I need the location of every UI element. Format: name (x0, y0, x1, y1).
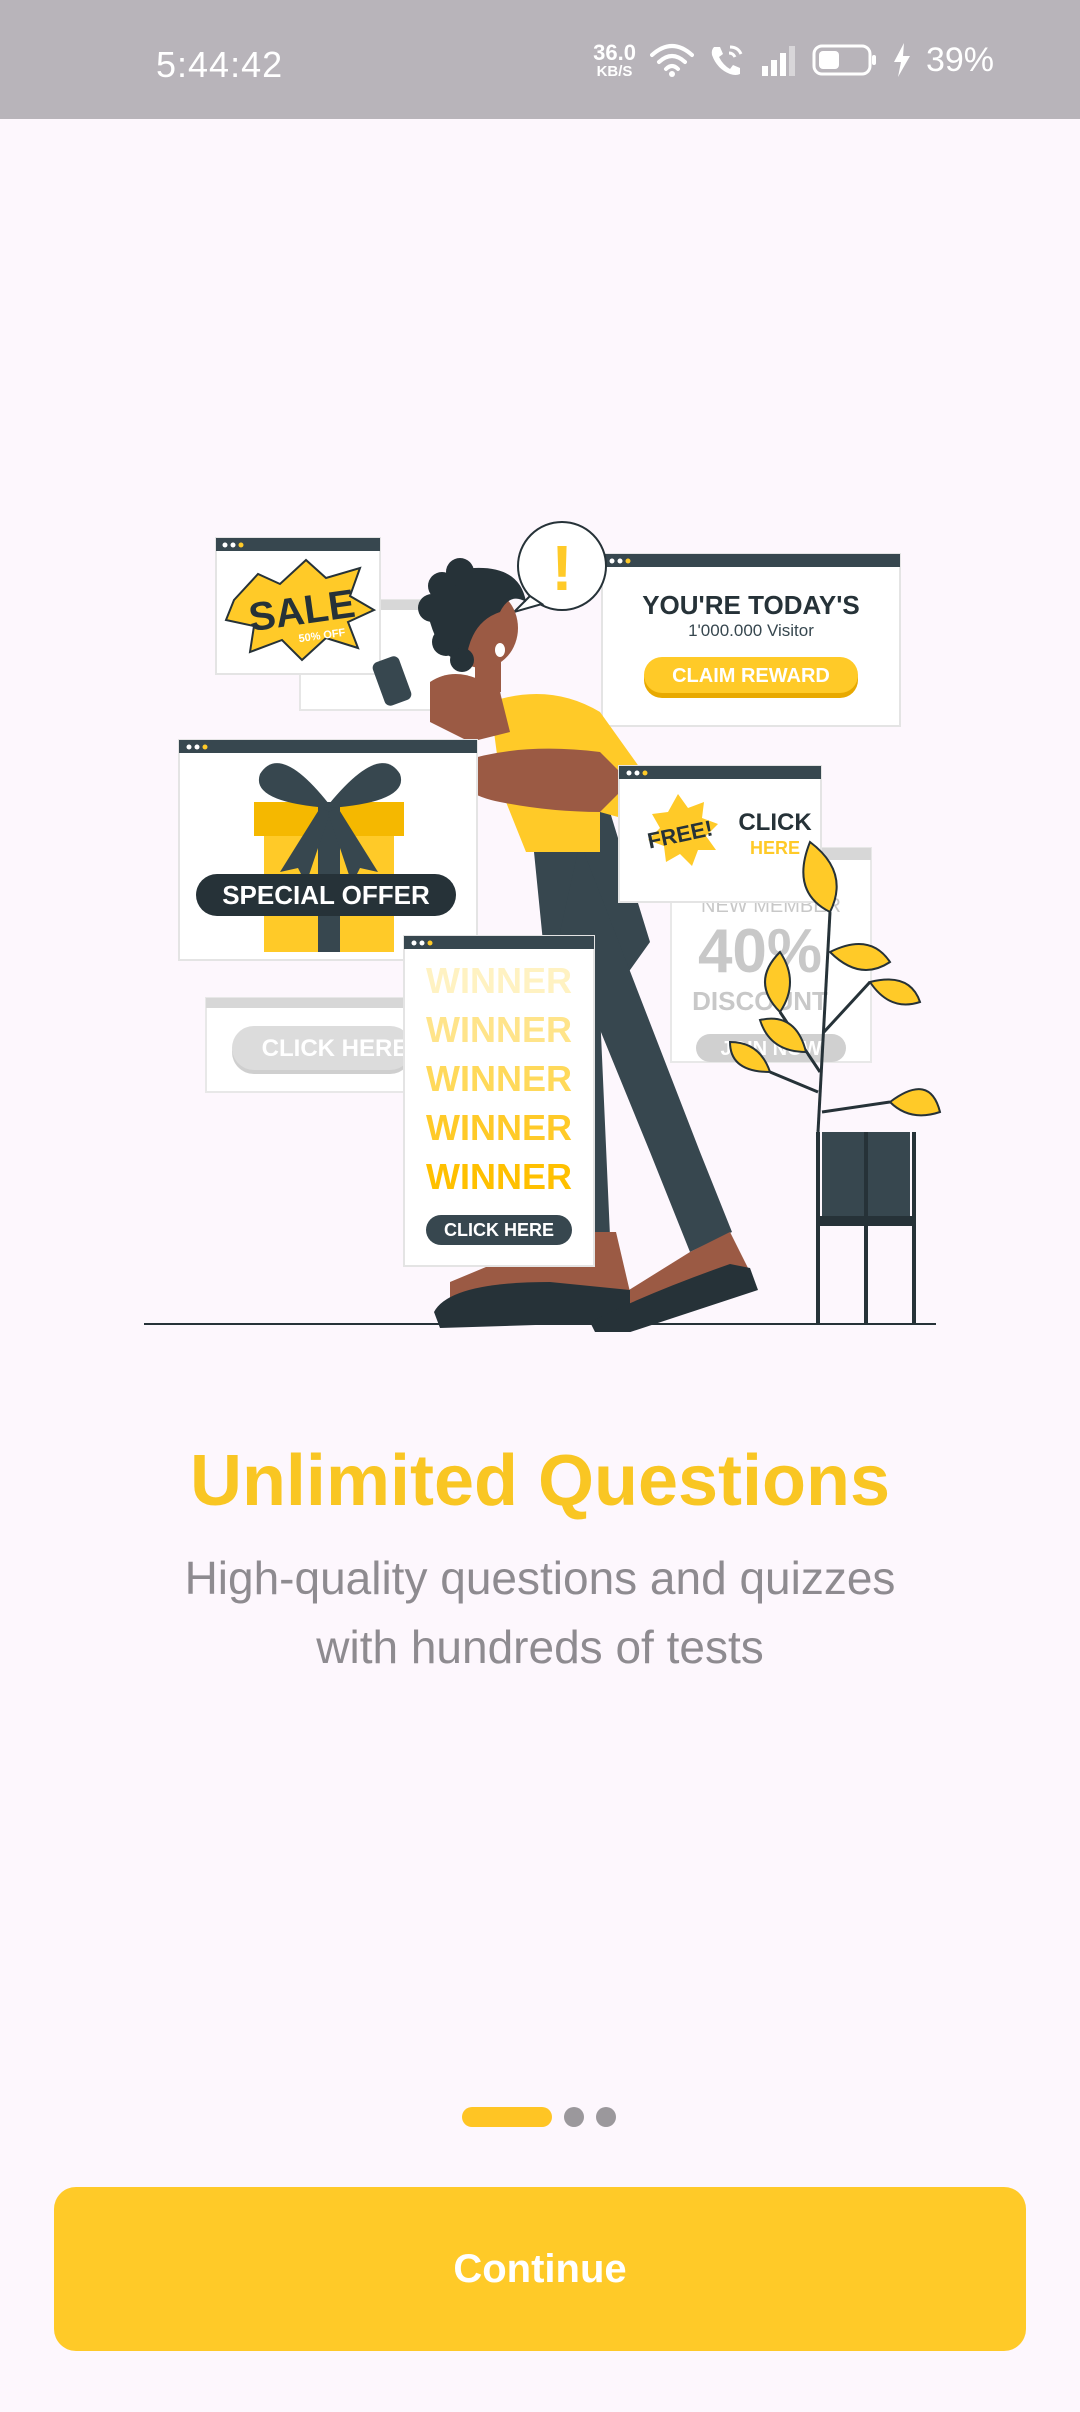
page-dot-1-active[interactable] (462, 2107, 552, 2127)
click-text: CLICK (738, 809, 812, 836)
charging-icon (893, 43, 910, 77)
click-here-text: CLICK HERE (444, 1220, 554, 1240)
discount-value: 40% (698, 917, 822, 986)
winner-text-3: WINNER (426, 1058, 572, 1099)
status-icons: 36.0 KB/S 39% (593, 40, 994, 80)
free-click-window: NEW MEMBER 40% DISCOUNT JOIN NOW FREE! C… (618, 765, 872, 1063)
click-here-gray-text: CLICK HERE (262, 1035, 409, 1062)
page-dot-3[interactable] (596, 2107, 616, 2127)
click-here-gray-window: CLICK HERE (205, 997, 417, 1093)
status-time: 5:44:42 (156, 44, 284, 85)
network-speed-unit: KB/S (596, 62, 633, 80)
special-offer-window: SPECIAL OFFER (178, 739, 478, 961)
status-bar: 5:44:42 36.0 KB/S 39% (0, 0, 1080, 119)
continue-button[interactable]: Continue (54, 2187, 1026, 2351)
exclaim-text: ! (551, 532, 572, 604)
discount-text: DISCOUNT (692, 986, 828, 1016)
network-speed: 36.0 KB/S (593, 39, 636, 80)
battery-icon (812, 44, 876, 76)
onboarding-subtitle-line-2: with hundreds of tests (316, 1621, 764, 1673)
sale-window: SALE 50% OFF (215, 537, 381, 675)
claim-reward-text: CLAIM REWARD (672, 665, 830, 687)
winner-text-5: WINNER (426, 1156, 572, 1197)
exclaim-bubble: ! (510, 521, 607, 615)
reward-window: YOU'RE TODAY'S 1'000.000 Visitor CLAIM R… (601, 553, 901, 727)
winner-text-2: WINNER (426, 1009, 572, 1050)
winner-window: WINNER WINNER WINNER WINNER WINNER CLICK… (403, 935, 595, 1267)
today-title: YOU'RE TODAY'S (642, 590, 860, 620)
winner-text-4: WINNER (426, 1107, 572, 1148)
page-dot-2[interactable] (564, 2107, 584, 2127)
wifi-calling-icon (711, 45, 743, 75)
page-indicator (462, 2106, 616, 2128)
battery-percent: 39% (925, 40, 994, 79)
special-offer-text: SPECIAL OFFER (222, 880, 430, 910)
today-visitor: 1'000.000 Visitor (688, 621, 814, 640)
onboarding-subtitle: High-quality questions and quizzes with … (120, 1544, 960, 1682)
signal-icon (761, 46, 795, 76)
network-speed-value: 36.0 (593, 39, 636, 65)
onboarding-illustration: .lbl { font-family: "Liberation Sans", s… (144, 521, 942, 1332)
winner-text-1: WINNER (426, 960, 572, 1001)
here-text: HERE (750, 838, 800, 858)
onboarding-subtitle-line-1: High-quality questions and quizzes (184, 1552, 896, 1604)
onboarding-title: Unlimited Questions (189, 1441, 891, 1521)
wifi-icon (649, 44, 694, 77)
